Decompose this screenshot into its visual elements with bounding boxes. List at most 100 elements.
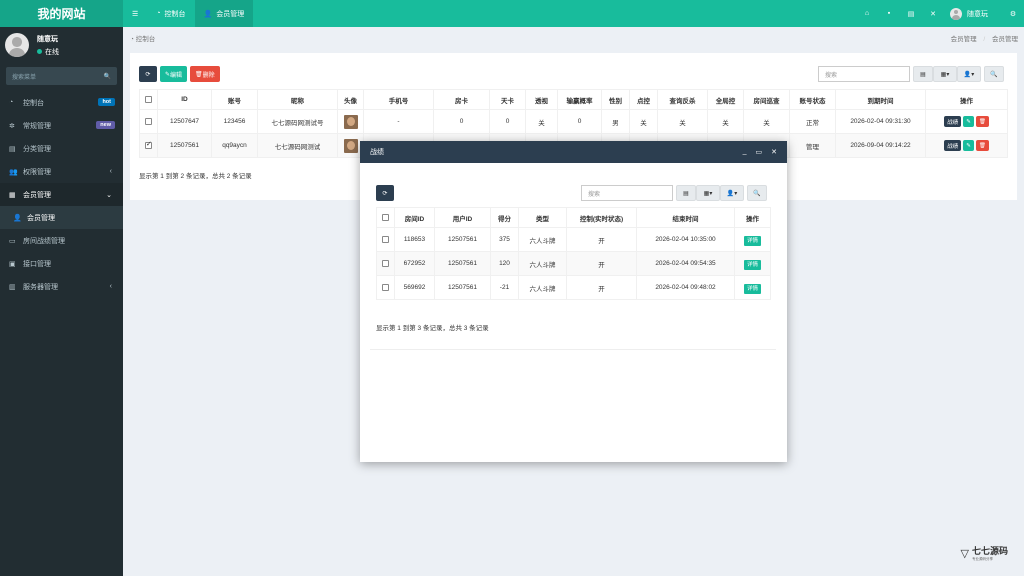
edit-row-button[interactable]: ✎ xyxy=(963,140,974,151)
sidebar-toggle-button[interactable]: ☰ xyxy=(123,0,147,27)
minimize-icon[interactable]: _ xyxy=(743,148,747,156)
modal-columns-dropdown[interactable]: ▦▾ xyxy=(696,185,720,201)
col-room-card[interactable]: 房卡 xyxy=(433,89,490,110)
modal-search-input[interactable]: 搜索 xyxy=(581,185,673,201)
col-avatar[interactable]: 头像 xyxy=(337,89,364,110)
search-input[interactable]: 搜索 xyxy=(818,66,910,82)
col-gender[interactable]: 性别 xyxy=(601,89,630,110)
row-checkbox[interactable] xyxy=(139,109,158,134)
sidebar-item-general[interactable]: ✲ 常规管理 new xyxy=(0,114,123,137)
breadcrumb: ◔ 控制台 会员管理 / 会员管理 xyxy=(130,33,1018,45)
sidebar-search-placeholder: 搜索菜单 xyxy=(12,74,37,81)
detail-button[interactable]: 详情 xyxy=(743,283,761,294)
col-room-patrol[interactable]: 房间巡查 xyxy=(743,89,790,110)
col-global-control[interactable]: 全局控 xyxy=(707,89,744,110)
modal-advanced-search-button[interactable]: 🔍 xyxy=(747,185,767,201)
row-checkbox[interactable] xyxy=(139,133,158,158)
col-win-rate[interactable]: 输赢概率 xyxy=(557,89,602,110)
col-query[interactable]: 查询反杀 xyxy=(657,89,708,110)
cell-account: 123456 xyxy=(211,109,258,134)
cell-avatar[interactable] xyxy=(337,109,364,134)
col-account-status[interactable]: 账号状态 xyxy=(789,89,836,110)
sidebar-item-dashboard[interactable]: ◔ 控制台 hot xyxy=(0,91,123,114)
modal-refresh-button[interactable]: ⟳ xyxy=(376,185,394,201)
col-control[interactable]: 控制(实时状态) xyxy=(566,207,637,228)
select-all-checkbox[interactable] xyxy=(376,207,395,228)
table-row[interactable]: 672952 12507561 120 六人斗牌 开 2026-02-04 09… xyxy=(376,251,771,276)
breadcrumb-parent[interactable]: 会员管理 xyxy=(951,36,977,43)
sidebar-item-auth[interactable]: 👥 权限管理 ‹ xyxy=(0,160,123,183)
detail-button[interactable]: 详情 xyxy=(743,259,761,270)
col-user-id[interactable]: 用户ID xyxy=(434,207,491,228)
advanced-search-button[interactable]: 🔍 xyxy=(984,66,1004,82)
cell-end-time: 2026-02-04 09:48:02 xyxy=(636,275,735,300)
chevron-down-icon: ⌄ xyxy=(106,191,112,199)
breadcrumb-left[interactable]: ◔ 控制台 xyxy=(130,33,155,45)
sidebar-item-category[interactable]: ▤ 分类管理 xyxy=(0,137,123,160)
close-icon[interactable]: ✕ xyxy=(771,148,777,156)
select-all-checkbox[interactable] xyxy=(139,89,158,110)
sidebar-item-api[interactable]: ▣ 接口管理 xyxy=(0,252,123,275)
sidebar-item-member[interactable]: ▦ 会员管理 ⌄ xyxy=(0,183,123,206)
col-perspective[interactable]: 透视 xyxy=(525,89,558,110)
table-row[interactable]: 12507647 123456 七七源码网测试号 - 0 0 关 0 男 关 关… xyxy=(139,109,1008,134)
cell-score: 375 xyxy=(490,227,519,252)
row-checkbox[interactable] xyxy=(376,251,395,276)
trash-icon[interactable]: ▪ xyxy=(878,0,900,27)
col-end-time[interactable]: 结束时间 xyxy=(636,207,735,228)
maximize-icon[interactable]: ▭ xyxy=(756,148,763,156)
detail-button[interactable]: 详情 xyxy=(743,235,761,246)
site-logo[interactable]: 我的网站 xyxy=(0,0,123,27)
col-day-card[interactable]: 天卡 xyxy=(489,89,526,110)
cell-user-id: 12507561 xyxy=(434,275,491,300)
header-user-menu[interactable]: 随意玩 xyxy=(944,7,1002,20)
col-score[interactable]: 得分 xyxy=(490,207,519,228)
table-row[interactable]: 569692 12507561 -21 六人斗牌 开 2026-02-04 09… xyxy=(376,275,771,300)
toggle-view-button[interactable]: ▤ xyxy=(913,66,933,82)
sidebar-search-input[interactable]: 搜索菜单 🔍 xyxy=(6,67,117,85)
row-checkbox[interactable] xyxy=(376,227,395,252)
tab-member-management[interactable]: 👤 会员管理 xyxy=(194,0,254,27)
modal-export-dropdown[interactable]: 👤▾ xyxy=(720,185,744,201)
edit-button[interactable]: ✎ 编辑 xyxy=(160,66,188,82)
col-id[interactable]: ID xyxy=(157,89,212,110)
cell-score: -21 xyxy=(490,275,519,300)
user-panel: 随意玩 在线 xyxy=(0,27,123,63)
col-room-id[interactable]: 房间ID xyxy=(394,207,435,228)
modal-toggle-view-button[interactable]: ▤ xyxy=(676,185,696,201)
records-button[interactable]: 战绩 xyxy=(944,140,962,151)
search-icon[interactable]: 🔍 xyxy=(104,73,111,80)
col-type[interactable]: 类型 xyxy=(518,207,567,228)
sidebar-item-room-records[interactable]: ▭ 房间战绩管理 xyxy=(0,229,123,252)
edit-row-button[interactable]: ✎ xyxy=(963,116,974,127)
col-phone[interactable]: 手机号 xyxy=(363,89,434,110)
delete-row-button[interactable]: 🗑 xyxy=(975,116,989,127)
cell-nickname: 七七源码网测试号 xyxy=(257,109,338,134)
col-account[interactable]: 账号 xyxy=(211,89,258,110)
online-dot-icon xyxy=(37,49,42,54)
col-point-control[interactable]: 点控 xyxy=(629,89,658,110)
records-button[interactable]: 战绩 xyxy=(944,116,962,127)
refresh-button[interactable]: ⟳ xyxy=(139,66,157,82)
col-operation: 操作 xyxy=(734,207,771,228)
home-icon[interactable]: ⌂ xyxy=(856,0,878,27)
col-expire-time[interactable]: 到期时间 xyxy=(835,89,926,110)
sidebar-item-server[interactable]: ▥ 服务器管理 ‹ xyxy=(0,275,123,298)
cell-account-status: 正常 xyxy=(789,109,836,134)
language-icon[interactable]: ▤ xyxy=(900,0,922,27)
delete-row-button[interactable]: 🗑 xyxy=(975,140,989,151)
cell-day-card: 0 xyxy=(489,109,526,134)
gear-icon[interactable]: ⚙ xyxy=(1002,0,1024,27)
fullscreen-icon[interactable]: ✕ xyxy=(922,0,944,27)
row-checkbox[interactable] xyxy=(376,275,395,300)
export-dropdown[interactable]: 👤▾ xyxy=(957,66,981,82)
columns-dropdown[interactable]: ▦▾ xyxy=(933,66,957,82)
sidebar-item-member-sub[interactable]: 👤 会员管理 xyxy=(0,206,123,229)
tab-dashboard[interactable]: ◔ 控制台 xyxy=(147,0,194,27)
delete-button[interactable]: 🗑 删除 xyxy=(190,66,220,82)
table-row[interactable]: 118653 12507561 375 六人斗牌 开 2026-02-04 10… xyxy=(376,227,771,252)
sidebar-item-label: 分类管理 xyxy=(23,145,51,153)
modal-divider xyxy=(370,349,776,350)
cell-control: 开 xyxy=(566,251,637,276)
col-nickname[interactable]: 昵称 xyxy=(257,89,338,110)
